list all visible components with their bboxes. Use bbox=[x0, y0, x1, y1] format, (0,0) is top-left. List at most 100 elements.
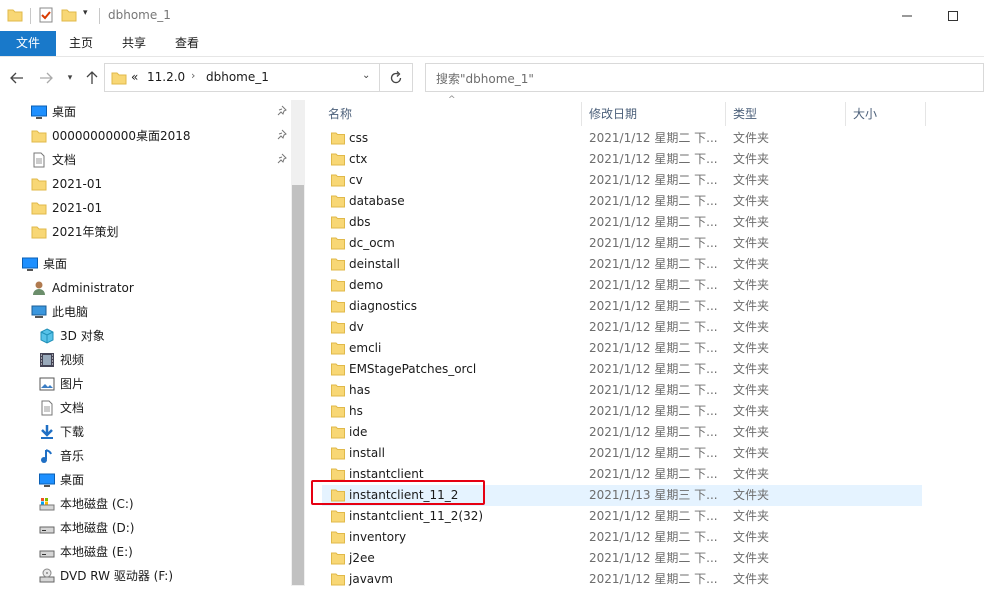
file-type: 文件夹 bbox=[733, 572, 770, 586]
breadcrumb-separator-icon[interactable]: › bbox=[191, 69, 195, 82]
folder-icon bbox=[31, 226, 47, 239]
column-divider[interactable] bbox=[925, 102, 926, 126]
folder-icon bbox=[331, 405, 345, 418]
column-size[interactable]: 大小 bbox=[853, 102, 877, 126]
file-row[interactable]: cv 2021/1/12 星期二 下... 文件夹 bbox=[322, 170, 922, 191]
file-name: EMStagePatches_orcl bbox=[349, 362, 477, 376]
drive-icon bbox=[39, 550, 55, 558]
file-row[interactable]: dv 2021/1/12 星期二 下... 文件夹 bbox=[322, 317, 922, 338]
pin-icon[interactable] bbox=[276, 129, 288, 141]
file-type: 文件夹 bbox=[733, 509, 770, 523]
recent-locations-button[interactable]: ▾ bbox=[60, 66, 80, 90]
up-button[interactable] bbox=[81, 66, 103, 90]
nav-item-drive-e[interactable]: 本地磁盘 (E:) bbox=[0, 540, 290, 564]
file-row[interactable]: emcli 2021/1/12 星期二 下... 文件夹 bbox=[322, 338, 922, 359]
refresh-button[interactable] bbox=[380, 63, 413, 92]
nav-item-3d-objects[interactable]: 3D 对象 bbox=[0, 324, 290, 348]
nav-item-this-pc[interactable]: 此电脑 bbox=[0, 300, 290, 324]
file-row[interactable]: EMStagePatches_orcl 2021/1/12 星期二 下... 文件夹 bbox=[322, 359, 922, 380]
search-input[interactable]: 搜索"dbhome_1" bbox=[436, 70, 534, 87]
nav-item-pictures[interactable]: 图片 bbox=[0, 372, 290, 396]
file-row[interactable]: diagnostics 2021/1/12 星期二 下... 文件夹 bbox=[322, 296, 922, 317]
new-folder-icon[interactable] bbox=[61, 7, 77, 23]
file-row[interactable]: instantclient_11_2(32) 2021/1/12 星期二 下...… bbox=[322, 506, 922, 527]
file-row[interactable]: has 2021/1/12 星期二 下... 文件夹 bbox=[322, 380, 922, 401]
nav-item-drive-c[interactable]: 本地磁盘 (C:) bbox=[0, 492, 290, 516]
file-row[interactable]: javavm 2021/1/12 星期二 下... 文件夹 bbox=[322, 569, 922, 590]
file-row[interactable]: dbs 2021/1/12 星期二 下... 文件夹 bbox=[322, 212, 922, 233]
file-row[interactable]: ctx 2021/1/12 星期二 下... 文件夹 bbox=[322, 149, 922, 170]
nav-item-folder[interactable]: 00000000000桌面2018 bbox=[0, 124, 290, 148]
nav-item-documents[interactable]: 文档 bbox=[0, 148, 290, 172]
file-row[interactable]: install 2021/1/12 星期二 下... 文件夹 bbox=[322, 443, 922, 464]
file-type: 文件夹 bbox=[733, 194, 770, 208]
nav-item-folder[interactable]: 2021-01 bbox=[0, 172, 290, 196]
search-box[interactable]: 搜索"dbhome_1" bbox=[425, 63, 984, 92]
breadcrumb-overflow[interactable]: « bbox=[131, 70, 138, 84]
folder-icon bbox=[31, 130, 47, 143]
nav-item-folder[interactable]: 2021年策划 bbox=[0, 220, 290, 244]
column-divider[interactable] bbox=[725, 102, 726, 126]
address-dropdown-icon[interactable]: ⌄ bbox=[362, 70, 370, 81]
nav-item-drive-d[interactable]: 本地磁盘 (D:) bbox=[0, 516, 290, 540]
folder-icon bbox=[331, 342, 345, 355]
column-modified[interactable]: 修改日期 bbox=[589, 102, 637, 126]
nav-item-dvd-drive[interactable]: DVD RW 驱动器 (F:) bbox=[0, 564, 290, 588]
divider bbox=[30, 8, 31, 24]
breadcrumb-segment[interactable]: dbhome_1 bbox=[206, 70, 269, 84]
nav-scrollbar-thumb[interactable] bbox=[292, 185, 304, 585]
file-name: dc_ocm bbox=[349, 236, 395, 250]
customize-quick-access-icon[interactable]: ▾ bbox=[83, 8, 88, 18]
nav-item-downloads[interactable]: 下载 bbox=[0, 420, 290, 444]
nav-item-music[interactable]: 音乐 bbox=[0, 444, 290, 468]
file-row[interactable]: hs 2021/1/12 星期二 下... 文件夹 bbox=[322, 401, 922, 422]
column-name[interactable]: 名称 bbox=[328, 102, 352, 126]
download-icon bbox=[41, 425, 53, 439]
nav-item-videos[interactable]: 视频 bbox=[0, 348, 290, 372]
file-modified: 2021/1/12 星期二 下... bbox=[589, 299, 718, 313]
file-row[interactable]: deinstall 2021/1/12 星期二 下... 文件夹 bbox=[322, 254, 922, 275]
nav-item-user[interactable]: Administrator bbox=[0, 276, 290, 300]
back-button[interactable] bbox=[6, 66, 28, 90]
nav-item-desktop-root[interactable]: 桌面 bbox=[0, 252, 290, 276]
column-divider[interactable] bbox=[581, 102, 582, 126]
minimize-icon bbox=[902, 15, 912, 16]
tab-view[interactable]: 查看 bbox=[165, 31, 209, 56]
file-row[interactable]: ide 2021/1/12 星期二 下... 文件夹 bbox=[322, 422, 922, 443]
breadcrumb-segment[interactable]: 11.2.0 bbox=[147, 70, 185, 84]
tab-home[interactable]: 主页 bbox=[59, 31, 103, 56]
folder-icon bbox=[331, 426, 345, 439]
file-type: 文件夹 bbox=[733, 467, 770, 481]
file-name: inventory bbox=[349, 530, 407, 544]
file-row[interactable]: inventory 2021/1/12 星期二 下... 文件夹 bbox=[322, 527, 922, 548]
window-title: dbhome_1 bbox=[108, 8, 171, 22]
folder-icon bbox=[331, 300, 345, 313]
file-row[interactable]: dc_ocm 2021/1/12 星期二 下... 文件夹 bbox=[322, 233, 922, 254]
minimize-button[interactable] bbox=[884, 0, 930, 31]
maximize-button[interactable] bbox=[930, 0, 976, 31]
maximize-icon bbox=[948, 10, 958, 21]
refresh-icon bbox=[390, 70, 402, 83]
file-row[interactable]: j2ee 2021/1/12 星期二 下... 文件夹 bbox=[322, 548, 922, 569]
pin-icon[interactable] bbox=[276, 105, 288, 117]
forward-button[interactable] bbox=[35, 66, 57, 90]
nav-item-desktop[interactable]: 桌面 bbox=[0, 100, 290, 124]
music-icon bbox=[41, 449, 52, 463]
nav-item-documents[interactable]: 文档 bbox=[0, 396, 290, 420]
column-divider[interactable] bbox=[845, 102, 846, 126]
file-row[interactable]: database 2021/1/12 星期二 下... 文件夹 bbox=[322, 191, 922, 212]
file-name: deinstall bbox=[349, 257, 400, 271]
file-row[interactable]: css 2021/1/12 星期二 下... 文件夹 bbox=[322, 128, 922, 149]
nav-item-folder[interactable]: 2021-01 bbox=[0, 196, 290, 220]
tab-share[interactable]: 共享 bbox=[112, 31, 156, 56]
nav-item-desktop[interactable]: 桌面 bbox=[0, 468, 290, 492]
file-type: 文件夹 bbox=[733, 299, 770, 313]
cube-3d-icon bbox=[40, 328, 54, 344]
tab-file[interactable]: 文件 bbox=[0, 31, 56, 56]
arrow-up-icon bbox=[86, 71, 98, 84]
properties-icon[interactable] bbox=[38, 7, 54, 23]
file-row[interactable]: demo 2021/1/12 星期二 下... 文件夹 bbox=[322, 275, 922, 296]
column-type[interactable]: 类型 bbox=[733, 102, 757, 126]
address-bar[interactable]: « 11.2.0 › dbhome_1 ⌄ bbox=[104, 63, 380, 92]
pin-icon[interactable] bbox=[276, 153, 288, 165]
